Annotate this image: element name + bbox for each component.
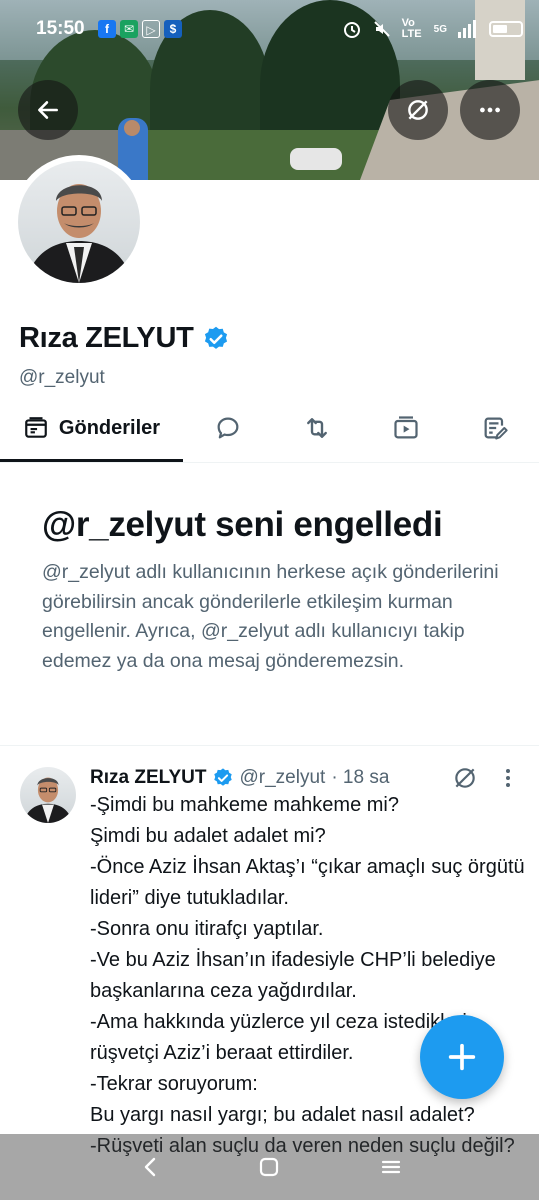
nav-home-icon[interactable] bbox=[258, 1156, 280, 1178]
tweet-text: -Şimdi bu mahkeme mahkeme mi? Şimdi bu a… bbox=[90, 794, 525, 1157]
banner-speaker bbox=[290, 148, 342, 170]
signal-label: 5G bbox=[433, 23, 447, 35]
grok-icon[interactable] bbox=[452, 765, 478, 791]
blocked-title: @r_zelyut seni engelledi bbox=[42, 505, 443, 544]
tab-posts-label: Gönderiler bbox=[58, 416, 161, 439]
more-vertical-icon[interactable] bbox=[498, 767, 518, 789]
mute-icon bbox=[373, 21, 390, 37]
banner-person-head bbox=[124, 120, 140, 136]
signal-icon bbox=[458, 20, 476, 38]
verified-badge-icon[interactable] bbox=[202, 325, 230, 353]
more-button[interactable] bbox=[460, 80, 520, 140]
wallet-icon: $ bbox=[164, 20, 182, 38]
tweet-author-handle[interactable]: @r_zelyut bbox=[240, 767, 326, 789]
media-icon bbox=[394, 416, 418, 439]
profile-avatar[interactable] bbox=[12, 155, 146, 289]
verified-badge-icon bbox=[213, 768, 232, 786]
network-label: Vo LTE bbox=[401, 17, 422, 40]
profile-name-text: Rıza ZELYUT bbox=[19, 322, 194, 354]
profile-handle: @r_zelyut bbox=[19, 367, 105, 388]
status-time: 15:50 bbox=[36, 18, 85, 39]
tab-posts[interactable]: Gönderiler bbox=[0, 395, 183, 462]
avatar-portrait-icon bbox=[23, 777, 73, 823]
system-nav-bar bbox=[0, 1134, 539, 1200]
tab-replies[interactable] bbox=[198, 395, 258, 461]
posts-icon bbox=[25, 417, 47, 438]
replies-icon bbox=[217, 417, 239, 439]
alarm-icon bbox=[343, 22, 360, 38]
nav-back-icon[interactable] bbox=[140, 1156, 162, 1178]
tweet-author-name[interactable]: Rıza ZELYUT bbox=[90, 767, 207, 789]
grok-button[interactable] bbox=[388, 80, 448, 140]
play-icon: ▷ bbox=[142, 20, 160, 38]
reposts-icon bbox=[307, 418, 327, 438]
tweet-header: Rıza ZELYUT @r_zelyut · 18 sa bbox=[90, 765, 530, 791]
tweet-avatar[interactable] bbox=[20, 767, 76, 823]
battery-icon bbox=[489, 21, 523, 37]
articles-icon bbox=[484, 417, 508, 440]
avatar-portrait-icon bbox=[26, 184, 132, 283]
messages-icon: ✉ bbox=[120, 20, 138, 38]
tab-media[interactable] bbox=[376, 395, 436, 461]
status-right-icons: Vo LTE 5G bbox=[342, 18, 523, 40]
nav-recents-icon[interactable] bbox=[380, 1156, 402, 1178]
avatar-photo bbox=[18, 161, 140, 283]
plus-icon bbox=[448, 1043, 476, 1071]
grok-icon bbox=[408, 100, 428, 120]
status-app-icons: f ✉ ▷ $ bbox=[98, 20, 182, 38]
back-button[interactable] bbox=[18, 80, 78, 140]
profile-tabs: Gönderiler bbox=[0, 395, 539, 463]
compose-button[interactable] bbox=[420, 1015, 504, 1099]
arrow-left-icon bbox=[38, 101, 58, 119]
more-icon bbox=[480, 107, 500, 113]
tweet-timestamp[interactable]: · 18 sa bbox=[331, 767, 389, 789]
profile-name: Rıza ZELYUT bbox=[19, 322, 230, 355]
tab-reposts[interactable] bbox=[287, 395, 347, 461]
divider bbox=[0, 745, 539, 746]
status-bar: 15:50 f ✉ ▷ $ Vo LTE 5G bbox=[0, 14, 539, 48]
tab-articles[interactable] bbox=[465, 395, 525, 461]
facebook-icon: f bbox=[98, 20, 116, 38]
blocked-description: @r_zelyut adlı kullanıcının herkese açık… bbox=[42, 561, 499, 672]
